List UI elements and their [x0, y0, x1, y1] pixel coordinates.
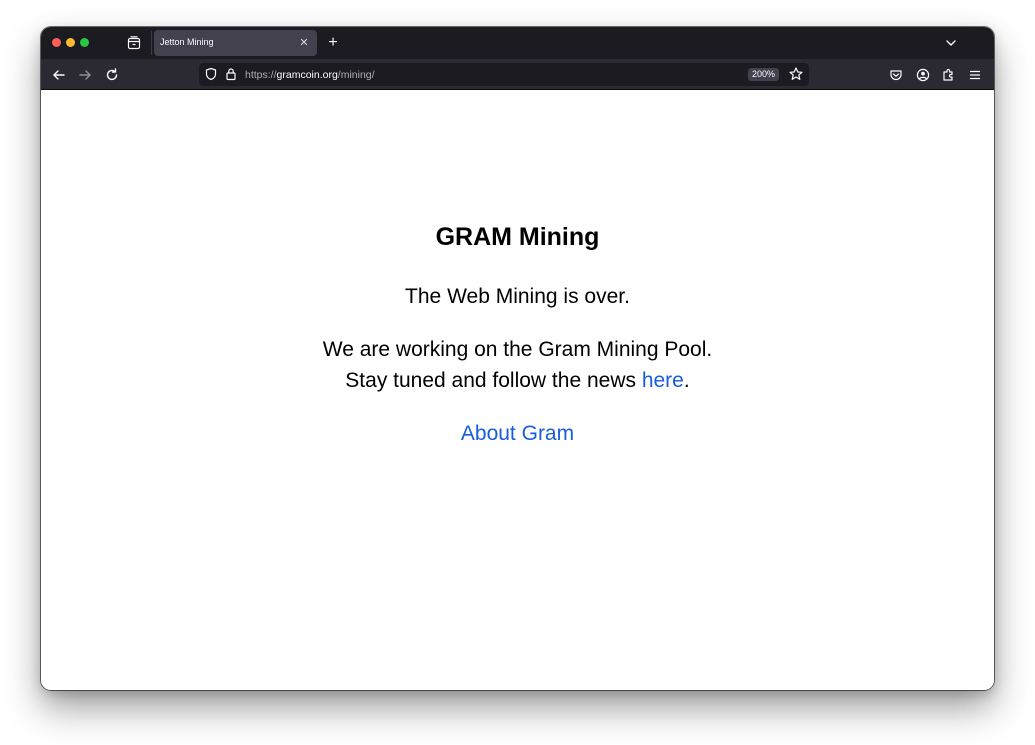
- navigation-toolbar: https://gramcoin.org/mining/ 200%: [41, 59, 994, 90]
- pool-message: We are working on the Gram Mining Pool.: [322, 338, 713, 361]
- reload-icon[interactable]: [104, 67, 120, 83]
- hamburger-menu-icon[interactable]: [967, 67, 983, 83]
- news-link[interactable]: here: [642, 369, 684, 392]
- minimize-window-button[interactable]: [66, 38, 75, 47]
- tab-title: Jetton Mining: [160, 37, 214, 47]
- follow-text: Stay tuned and follow the news: [345, 369, 642, 392]
- follow-text-end: .: [683, 369, 690, 392]
- tab-list-icon[interactable]: [126, 35, 142, 51]
- chevron-down-icon[interactable]: [944, 36, 958, 50]
- pocket-icon[interactable]: [888, 67, 904, 83]
- status-message: The Web Mining is over.: [405, 285, 630, 308]
- url-path: /mining/: [337, 69, 375, 81]
- tab-separator: [151, 31, 152, 55]
- news-message: We are working on the Gram Mining Pool. …: [41, 334, 994, 396]
- zoom-window-button[interactable]: [80, 38, 89, 47]
- tab-jetton-mining[interactable]: Jetton Mining ✕: [154, 30, 317, 56]
- url-scheme: https://: [245, 69, 277, 81]
- page-content: GRAM Mining The Web Mining is over. We a…: [41, 90, 994, 690]
- shield-icon[interactable]: [203, 66, 219, 82]
- address-bar[interactable]: https://gramcoin.org/mining/ 200%: [199, 63, 809, 86]
- plus-icon[interactable]: +: [325, 35, 341, 51]
- url-host: gramcoin.org: [276, 69, 338, 81]
- back-arrow-icon[interactable]: [51, 67, 67, 83]
- close-window-button[interactable]: [52, 38, 61, 47]
- zoom-level-badge[interactable]: 200%: [748, 68, 780, 81]
- about-section: About Gram: [41, 418, 994, 449]
- page-title: GRAM Mining: [435, 223, 600, 251]
- tab-strip: Jetton Mining ✕ +: [41, 27, 994, 59]
- url-text[interactable]: https://gramcoin.org/mining/: [245, 69, 375, 81]
- forward-arrow-icon[interactable]: [77, 67, 93, 83]
- browser-window: Jetton Mining ✕ + https://gramcoin.org/m…: [41, 27, 994, 690]
- star-icon[interactable]: [788, 66, 804, 82]
- about-gram-link[interactable]: About Gram: [461, 422, 574, 445]
- close-icon[interactable]: ✕: [296, 35, 312, 51]
- lock-icon[interactable]: [223, 66, 239, 82]
- extensions-icon[interactable]: [941, 67, 957, 83]
- account-icon[interactable]: [915, 67, 931, 83]
